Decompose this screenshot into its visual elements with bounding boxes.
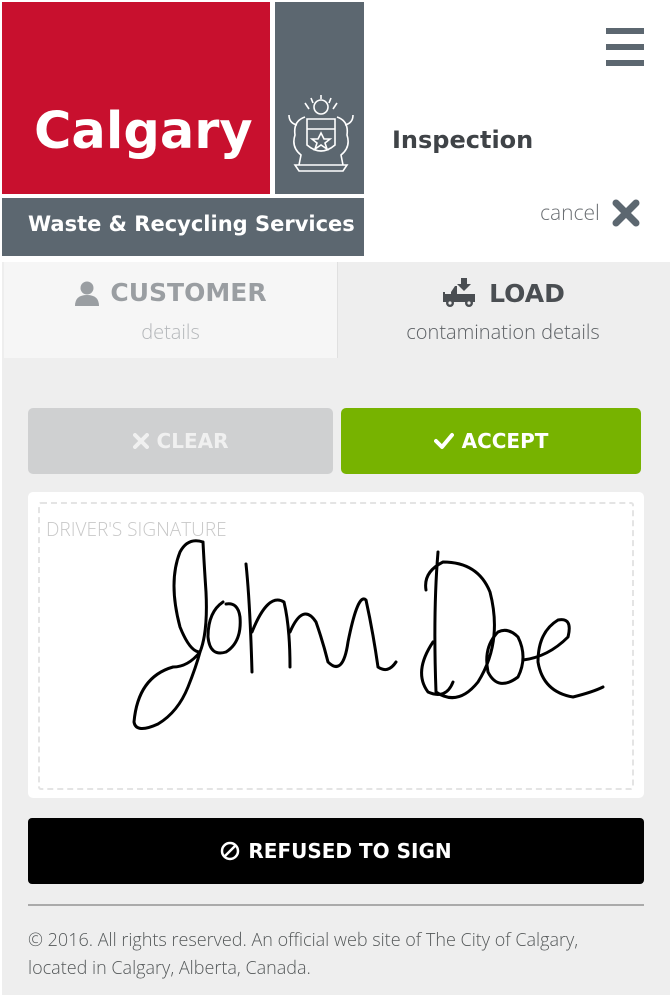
footer-copyright: © 2016. All rights reserved. An official…: [28, 928, 579, 980]
tab-load[interactable]: LOAD contamination details: [338, 262, 668, 358]
site-header: Calgary Waste & Recycling Services Inspe…: [0, 0, 670, 262]
inspection-tabs: CUSTOMER details LOAD contamination deta…: [2, 262, 668, 358]
accept-button[interactable]: ACCEPT: [341, 408, 641, 474]
refused-to-sign-button[interactable]: REFUSED TO SIGN: [28, 818, 644, 884]
close-icon: [132, 433, 149, 449]
tab-load-label: LOAD: [489, 278, 565, 308]
signature-pad[interactable]: DRIVER'S SIGNATURE: [28, 492, 644, 798]
accept-label: ACCEPT: [461, 429, 549, 453]
city-crest-panel: [275, 2, 364, 194]
coat-of-arms-icon: [288, 95, 354, 172]
user-icon: [75, 281, 100, 306]
cancel-label: cancel: [540, 199, 600, 227]
close-icon: [612, 199, 640, 227]
tab-customer-label: CUSTOMER: [110, 278, 267, 307]
tab-customer[interactable]: CUSTOMER details: [4, 262, 338, 358]
calgary-logo[interactable]: Calgary: [2, 2, 270, 194]
logo-subtitle-bar: Waste & Recycling Services: [2, 198, 364, 256]
refused-to-sign-label: REFUSED TO SIGN: [248, 839, 452, 863]
clear-button[interactable]: CLEAR: [28, 408, 333, 474]
cancel-button[interactable]: cancel: [540, 196, 640, 230]
tab-customer-sublabel: details: [141, 318, 200, 345]
logo-subtitle: Waste & Recycling Services: [28, 212, 355, 236]
logo-wordmark: Calgary: [34, 102, 253, 161]
ban-icon: [221, 841, 240, 861]
checkmark-icon: [433, 433, 454, 449]
tab-load-sublabel: contamination details: [406, 318, 600, 345]
hamburger-menu-icon[interactable]: [606, 28, 644, 68]
signature-drawing: [132, 539, 605, 730]
page-title: Inspection: [392, 126, 534, 154]
clear-label: CLEAR: [156, 429, 229, 453]
footer-divider: [28, 904, 644, 906]
truck-load-icon: [443, 278, 476, 307]
